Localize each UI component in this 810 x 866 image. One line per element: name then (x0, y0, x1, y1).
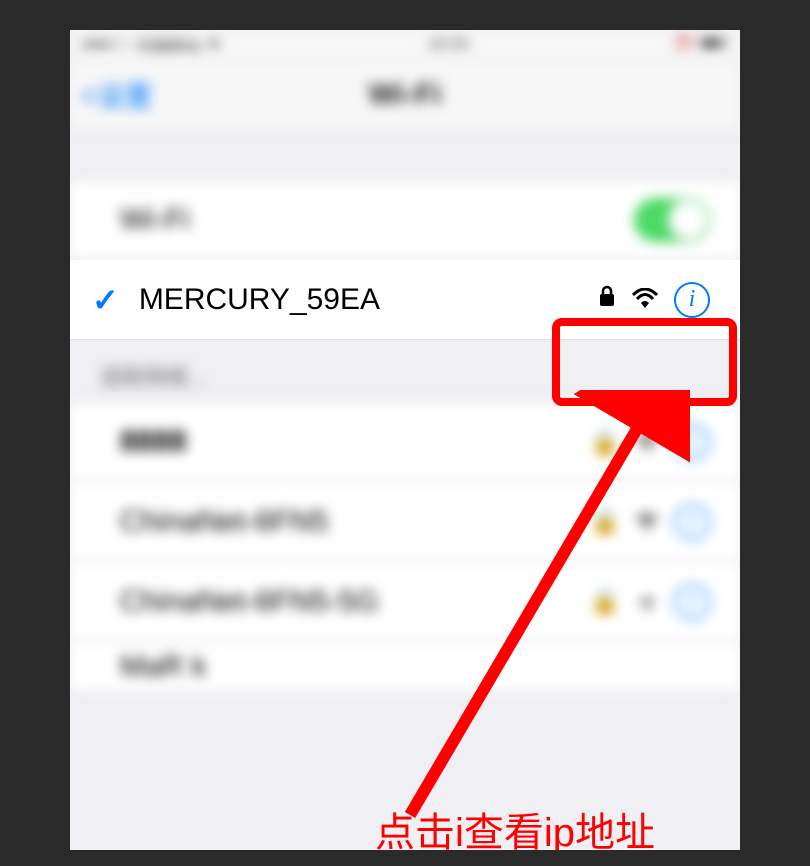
signal-dots-icon: ●●●○○ (82, 36, 130, 54)
checkmark-icon: ✓ (92, 281, 119, 319)
network-name: MaR k (120, 650, 710, 684)
network-row[interactable]: ChinaNet-6FN5-5G 🔒 i (70, 562, 740, 642)
time-label: 10:34 (428, 36, 468, 54)
lock-icon (598, 284, 616, 315)
wifi-signal-icon (636, 506, 658, 537)
wifi-status-icon (206, 36, 222, 54)
wifi-toggle[interactable] (634, 198, 710, 242)
battery-icon (700, 36, 728, 54)
info-icon[interactable]: i (674, 282, 710, 318)
lock-icon: 🔒 (590, 428, 620, 457)
carrier-label: 中国移动 (136, 33, 200, 57)
wifi-settings-screen: ●●●○○ 中国移动 10:34 ⏰ ‹ 设置 Wi-Fi Wi-Fi ✓ ME… (70, 30, 740, 850)
wifi-toggle-row: Wi-Fi (70, 180, 740, 260)
wifi-signal-icon (636, 427, 658, 458)
alarm-icon: ⏰ (674, 35, 694, 55)
network-name: ChinaNet-6FN5-5G (120, 585, 590, 619)
page-title: Wi-Fi (70, 78, 740, 112)
section-header: 选取网络... (70, 340, 740, 402)
info-icon[interactable]: i (674, 504, 710, 540)
status-bar: ●●●○○ 中国移动 10:34 ⏰ (70, 30, 740, 60)
network-name: ChinaNet-6FN5 (120, 505, 590, 539)
network-name: 8888 (120, 425, 590, 459)
network-row[interactable]: 8888 🔒 i (70, 402, 740, 482)
info-icon[interactable]: i (674, 424, 710, 460)
wifi-signal-icon (636, 586, 658, 617)
connected-network-name: MERCURY_59EA (139, 283, 598, 317)
info-icon[interactable]: i (674, 584, 710, 620)
lock-icon: 🔒 (590, 507, 620, 536)
wifi-signal-icon (632, 284, 658, 315)
connected-network-row[interactable]: ✓ MERCURY_59EA i (70, 260, 740, 340)
network-row[interactable]: MaR k (70, 642, 740, 692)
network-row[interactable]: ChinaNet-6FN5 🔒 i (70, 482, 740, 562)
annotation-text: 点击i查看ip地址 (375, 800, 655, 850)
chevron-left-icon: ‹ (82, 73, 95, 116)
wifi-toggle-label: Wi-Fi (120, 203, 634, 237)
nav-bar: ‹ 设置 Wi-Fi (70, 60, 740, 130)
lock-icon: 🔒 (590, 587, 620, 616)
back-button[interactable]: ‹ 设置 (82, 73, 153, 116)
back-label: 设置 (97, 75, 153, 115)
